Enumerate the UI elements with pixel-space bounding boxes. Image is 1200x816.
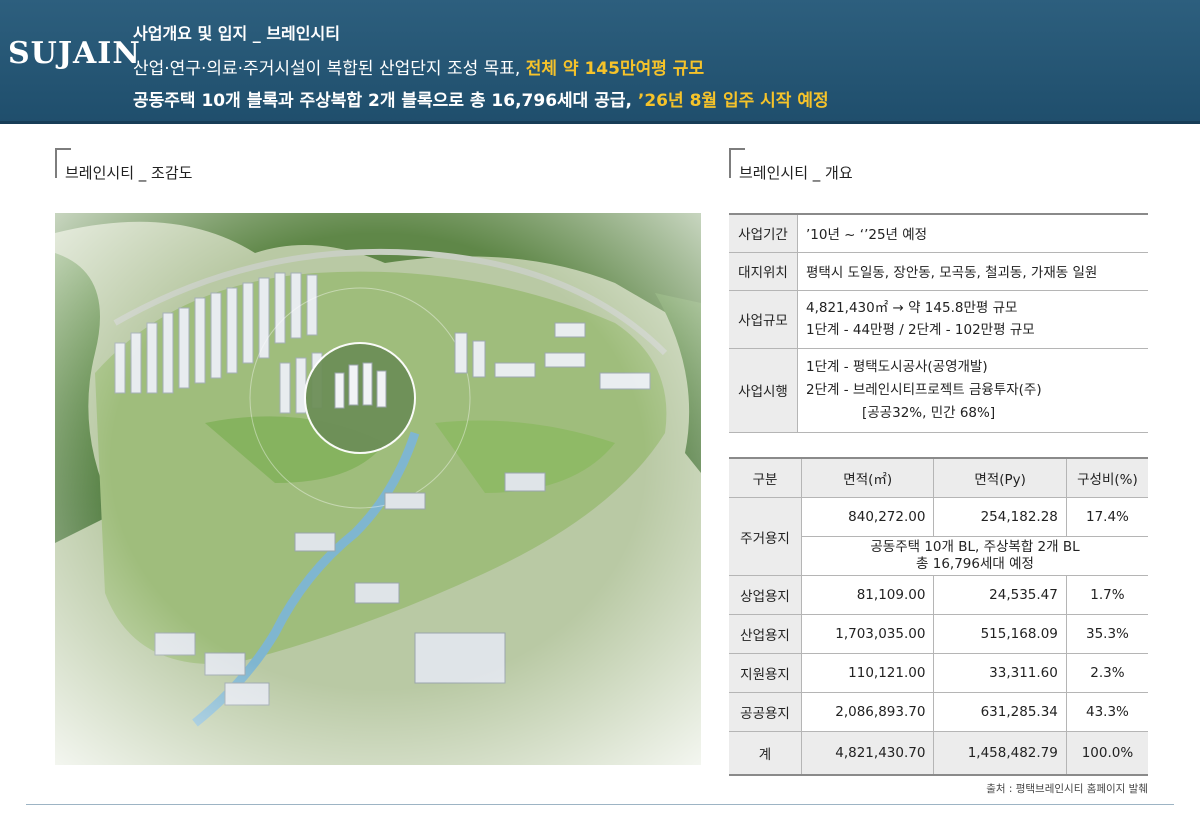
row-label: 사업규모 xyxy=(729,290,798,349)
column-header: 구성비(%) xyxy=(1066,457,1148,498)
summary-line-2-highlight: ’26년 8월 입주 시작 예정 xyxy=(637,91,829,111)
area-sqm-cell: 840,272.00 xyxy=(801,497,935,537)
table-row: 상업용지 81,109.00 24,535.47 1.7% xyxy=(729,575,1148,615)
row-label: 사업시행 xyxy=(729,348,798,433)
brand-logo: SUJAIN xyxy=(8,36,141,71)
ratio-cell: 43.3% xyxy=(1066,692,1148,732)
row-value-line: 1단계 - 평택도시공사(공영개발) xyxy=(806,358,988,375)
row-label: 주거용지 xyxy=(729,497,802,576)
row-label: 상업용지 xyxy=(729,575,802,615)
column-header: 구분 xyxy=(729,457,802,498)
table-total-row: 계 4,821,430.70 1,458,482.79 100.0% xyxy=(729,731,1148,776)
source-note: 출처 : 평택브레인시티 홈페이지 발췌 xyxy=(986,783,1148,795)
ratio-cell: 35.3% xyxy=(1066,614,1148,654)
table-row: 사업시행 1단계 - 평택도시공사(공영개발) 2단계 - 브레인시티프로젝트 … xyxy=(729,348,1148,433)
row-label: 계 xyxy=(729,731,802,776)
area-py-cell: 33,311.60 xyxy=(933,653,1067,693)
table-row: 대지위치 평택시 도일동, 장안동, 모곡동, 철괴동, 가재동 일원 xyxy=(729,252,1148,291)
ratio-cell: 2.3% xyxy=(1066,653,1148,693)
row-value: 4,821,430㎡ → 약 145.8만평 규모 1단계 - 44만평 / 2… xyxy=(797,290,1148,349)
table-row: 산업용지 1,703,035.00 515,168.09 35.3% xyxy=(729,614,1148,654)
area-sqm-cell: 81,109.00 xyxy=(801,575,935,615)
row-value: 1단계 - 평택도시공사(공영개발) 2단계 - 브레인시티프로젝트 금융투자(… xyxy=(797,348,1148,433)
note-line: 공동주택 10개 BL, 주상복합 2개 BL xyxy=(870,539,1080,555)
table-row: 공공용지 2,086,893.70 631,285.34 43.3% xyxy=(729,692,1148,732)
row-label: 지원용지 xyxy=(729,653,802,693)
summary-line-2-text: 공동주택 10개 블록과 주상복합 2개 블록으로 총 16,796세대 공급, xyxy=(133,91,638,111)
row-value-line: 4,821,430㎡ → 약 145.8만평 규모 xyxy=(806,300,1018,316)
ratio-cell: 1.7% xyxy=(1066,575,1148,615)
area-sqm-cell: 1,703,035.00 xyxy=(801,614,935,654)
row-label: 사업기간 xyxy=(729,213,798,253)
area-py-cell: 631,285.34 xyxy=(933,692,1067,732)
aerial-view-image xyxy=(55,213,701,765)
table-header-row: 구분 면적(㎡) 면적(Py) 구성비(%) xyxy=(729,457,1148,498)
header-banner: SUJAIN 사업개요 및 입지 _ 브레인시티 산업·연구·의료·주거시설이 … xyxy=(0,0,1200,124)
area-sqm-cell: 2,086,893.70 xyxy=(801,692,935,732)
table-row: 지원용지 110,121.00 33,311.60 2.3% xyxy=(729,653,1148,693)
area-sqm-cell: 4,821,430.70 xyxy=(801,731,935,776)
area-py-cell: 1,458,482.79 xyxy=(933,731,1067,776)
ratio-cell: 17.4% xyxy=(1066,497,1148,537)
area-sqm-cell: 110,121.00 xyxy=(801,653,935,693)
area-py-cell: 254,182.28 xyxy=(933,497,1067,537)
row-value: 평택시 도일동, 장안동, 모곡동, 철괴동, 가재동 일원 xyxy=(797,252,1148,291)
ratio-cell: 100.0% xyxy=(1066,731,1148,776)
aerial-view-heading-text: 브레인시티 _ 조감도 xyxy=(65,164,193,182)
land-use-table: 구분 면적(㎡) 면적(Py) 구성비(%) 주거용지 840,272.00 2… xyxy=(729,457,1148,776)
table-row: 사업규모 4,821,430㎡ → 약 145.8만평 규모 1단계 - 44만… xyxy=(729,290,1148,349)
row-value-line: [공공32%, 민간 68%] xyxy=(862,404,996,421)
summary-line-2: 공동주택 10개 블록과 주상복합 2개 블록으로 총 16,796세대 공급,… xyxy=(133,86,829,111)
row-value-line: 1단계 - 44만평 / 2단계 - 102만평 규모 xyxy=(806,322,1035,338)
area-py-cell: 515,168.09 xyxy=(933,614,1067,654)
aerial-illustration xyxy=(55,213,701,765)
row-label: 대지위치 xyxy=(729,252,798,291)
summary-line-1-highlight: 전체 약 145만여평 규모 xyxy=(525,59,705,79)
table-row: 주거용지 840,272.00 254,182.28 17.4% xyxy=(729,497,1148,576)
table-row: 사업기간 ’10년 ~ ‘’25년 예정 xyxy=(729,213,1148,253)
note-line: 총 16,796세대 예정 xyxy=(916,556,1034,572)
footer-divider xyxy=(26,804,1174,805)
area-py-cell: 24,535.47 xyxy=(933,575,1067,615)
row-label: 산업용지 xyxy=(729,614,802,654)
row-label: 공공용지 xyxy=(729,692,802,732)
column-header: 면적(㎡) xyxy=(801,457,935,498)
overview-table: 사업기간 ’10년 ~ ‘’25년 예정 대지위치 평택시 도일동, 장안동, … xyxy=(729,213,1148,433)
row-value-line: 2단계 - 브레인시티프로젝트 금융투자(주) xyxy=(806,381,1042,398)
overview-heading-text: 브레인시티 _ 개요 xyxy=(739,164,853,182)
residential-note: 공동주택 10개 BL, 주상복합 2개 BL 총 16,796세대 예정 xyxy=(801,536,1148,576)
summary-line-1-text: 산업·연구·의료·주거시설이 복합된 산업단지 조성 목표, xyxy=(133,59,526,79)
row-value: ’10년 ~ ‘’25년 예정 xyxy=(797,213,1148,253)
column-header: 면적(Py) xyxy=(933,457,1067,498)
summary-line-1: 산업·연구·의료·주거시설이 복합된 산업단지 조성 목표, 전체 약 145만… xyxy=(133,54,704,79)
section-title: 사업개요 및 입지 _ 브레인시티 xyxy=(133,24,340,43)
